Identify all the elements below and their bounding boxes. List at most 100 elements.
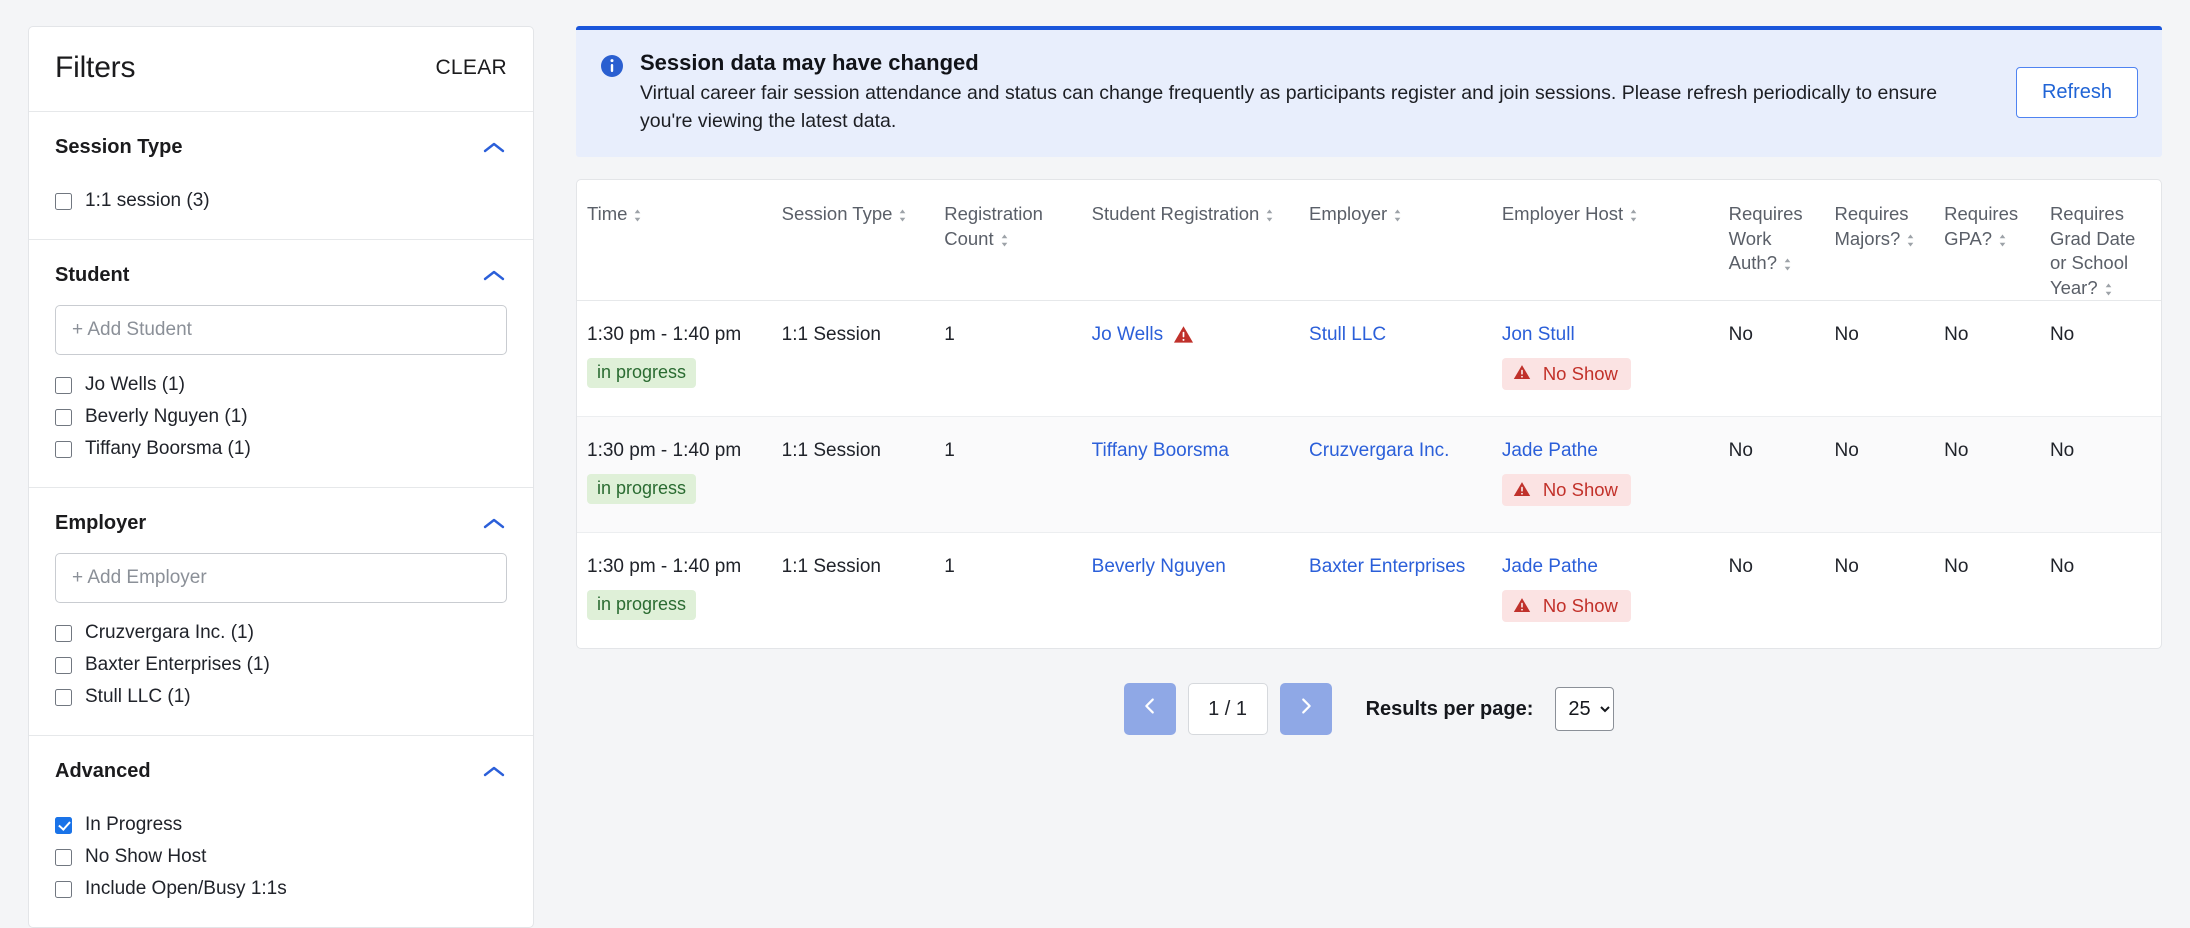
add-employer-input[interactable]	[55, 553, 507, 603]
sort-indicator-icon[interactable]	[1264, 204, 1275, 222]
student-link[interactable]: Tiffany Boorsma	[1092, 439, 1229, 463]
checkbox-icon[interactable]	[55, 880, 72, 898]
table-row[interactable]: 1:30 pm - 1:40 pm in progress 1:1 Session 1…	[577, 416, 2161, 533]
table-header-label: Time	[587, 203, 628, 225]
filter-checkbox-row[interactable]: In Progress	[55, 809, 507, 841]
checkbox-icon[interactable]	[55, 688, 72, 706]
checkbox-checked-icon[interactable]	[55, 816, 72, 834]
filter-checkbox-row[interactable]: Cruzvergara Inc. (1)	[55, 617, 507, 649]
checkbox-icon[interactable]	[55, 376, 72, 394]
checkbox-icon[interactable]	[55, 848, 72, 866]
checkbox-icon[interactable]	[55, 624, 72, 642]
filter-group-header[interactable]: Student	[55, 240, 507, 305]
pagination-prev-button[interactable]	[1123, 683, 1176, 736]
filter-option-label: In Progress	[85, 814, 183, 835]
filter-group-student: Student Jo Wells (1) Beverly Nguyen (1) Tif…	[29, 240, 533, 488]
filter-checkbox-row[interactable]: Tiffany Boorsma (1)	[55, 433, 507, 465]
sort-indicator-icon[interactable]	[632, 204, 643, 222]
filter-checkbox-row[interactable]: Beverly Nguyen (1)	[55, 401, 507, 433]
table-row[interactable]: 1:30 pm - 1:40 pm in progress 1:1 Session 1…	[577, 532, 2161, 649]
filter-group-header[interactable]: Session Type	[55, 112, 507, 177]
table-header-row: Time Session Type Registration Count Studen…	[577, 180, 2161, 300]
session-type-value: 1:1 Session	[781, 324, 881, 345]
cell-time: 1:30 pm - 1:40 pm in progress	[577, 301, 772, 417]
filter-checkbox-row[interactable]: Baxter Enterprises (1)	[55, 649, 507, 681]
filter-group-title: Advanced	[55, 760, 151, 782]
checkbox-icon[interactable]	[55, 408, 72, 426]
employer-host-link[interactable]: Jade Pathe	[1502, 440, 1598, 461]
table-header-employer[interactable]: Employer	[1299, 180, 1492, 300]
sort-indicator-icon[interactable]	[1392, 204, 1403, 222]
filter-group-body: Jo Wells (1) Beverly Nguyen (1) Tiffany Bo…	[55, 305, 507, 487]
cell-student-registration: Jo Wells	[1082, 301, 1299, 417]
status-badge-in-progress: in progress	[587, 357, 697, 388]
sort-indicator-icon[interactable]	[999, 229, 1010, 247]
table-body: 1:30 pm - 1:40 pm in progress 1:1 Session 1…	[577, 301, 2161, 649]
table-header-requires-work-auth[interactable]: Requires Work Auth?	[1719, 180, 1825, 300]
checkbox-icon[interactable]	[55, 192, 72, 210]
requires-work-auth-value: No	[1728, 324, 1753, 345]
employer-link[interactable]: Cruzvergara Inc.	[1309, 440, 1449, 461]
clear-filters-button[interactable]: CLEAR	[435, 56, 507, 80]
refresh-button[interactable]: Refresh	[2015, 67, 2138, 119]
table-header-label: Employer Host	[1501, 203, 1624, 225]
status-badge-in-progress: in progress	[587, 589, 697, 620]
sort-indicator-icon[interactable]	[897, 204, 908, 222]
sort-indicator-icon[interactable]	[2103, 278, 2114, 296]
pagination-next-button[interactable]	[1279, 683, 1332, 736]
session-type-value: 1:1 Session	[781, 556, 881, 578]
filter-group-title: Student	[55, 264, 130, 286]
table-header-registration-count[interactable]: Registration Count	[934, 180, 1081, 300]
requires-work-auth-value: No	[1728, 440, 1753, 462]
sort-indicator-icon[interactable]	[1905, 229, 1916, 247]
main-content: Session data may have changed Virtual ca…	[576, 26, 2162, 736]
table-header-requires-grad-date-or-school-year[interactable]: Requires Grad Date or School Year?	[2040, 180, 2161, 300]
session-time: 1:30 pm - 1:40 pm	[587, 440, 742, 462]
table-header-label: Session Type	[781, 203, 893, 225]
filter-group-header[interactable]: Advanced	[55, 736, 507, 801]
table-header-requires-gpa[interactable]: Requires GPA?	[1934, 180, 2040, 300]
sort-indicator-icon[interactable]	[1782, 253, 1793, 271]
student-link[interactable]: Beverly Nguyen	[1092, 555, 1226, 579]
results-per-page-select[interactable]: 25	[1555, 687, 1615, 732]
warning-triangle-icon	[1513, 481, 1534, 500]
chevron-right-icon	[1295, 695, 1317, 724]
table-header-requires-majors[interactable]: Requires Majors?	[1824, 180, 1934, 300]
filter-checkbox-row[interactable]: Stull LLC (1)	[55, 681, 507, 713]
student-name-wrap: Beverly Nguyen	[1092, 555, 1289, 579]
cell-requires-grad-date: No	[2040, 533, 2161, 649]
cell-employer-host: Jon Stull No Show	[1492, 301, 1719, 417]
student-name-wrap: Tiffany Boorsma	[1092, 439, 1289, 463]
checkbox-icon[interactable]	[55, 656, 72, 674]
filter-checkbox-row[interactable]: Jo Wells (1)	[55, 369, 507, 401]
filter-checkbox-row[interactable]: No Show Host	[55, 841, 507, 873]
pagination-page-indicator: 1 / 1	[1187, 683, 1268, 736]
table-header-employer-host[interactable]: Employer Host	[1492, 180, 1719, 300]
filter-group-header[interactable]: Employer	[55, 488, 507, 553]
sort-indicator-icon[interactable]	[1628, 204, 1639, 222]
checkbox-icon[interactable]	[55, 440, 72, 458]
cell-registration-count: 1	[934, 301, 1081, 417]
filter-group-title: Employer	[55, 512, 147, 534]
filter-checkbox-row[interactable]: Include Open/Busy 1:1s	[55, 873, 507, 905]
cell-requires-work-auth: No	[1719, 533, 1825, 649]
filter-group-employer: Employer Cruzvergara Inc. (1) Baxter Enter…	[29, 488, 533, 736]
filter-option-label: Jo Wells (1)	[85, 374, 185, 395]
table-row[interactable]: 1:30 pm - 1:40 pm in progress 1:1 Session 1…	[577, 301, 2161, 417]
employer-host-link[interactable]: Jon Stull	[1502, 324, 1575, 345]
filter-checkbox-row[interactable]: 1:1 session (3)	[55, 185, 507, 217]
table-header-time[interactable]: Time	[577, 180, 772, 300]
pagination: 1 / 1 Results per page: 25	[576, 683, 2162, 736]
employer-link[interactable]: Baxter Enterprises	[1309, 556, 1465, 577]
requires-gpa-value: No	[1944, 324, 1969, 345]
table-header-student-registration[interactable]: Student Registration	[1082, 180, 1299, 300]
banner-text-block: Session data may have changed Virtual ca…	[640, 50, 1980, 135]
filter-option-label: Cruzvergara Inc. (1)	[85, 622, 254, 643]
table-header-session-type[interactable]: Session Type	[772, 180, 935, 300]
add-student-input[interactable]	[55, 305, 507, 355]
employer-host-link[interactable]: Jade Pathe	[1502, 556, 1598, 577]
employer-link[interactable]: Stull LLC	[1309, 324, 1386, 345]
student-link[interactable]: Jo Wells	[1092, 323, 1163, 347]
sort-indicator-icon[interactable]	[1997, 229, 2008, 247]
